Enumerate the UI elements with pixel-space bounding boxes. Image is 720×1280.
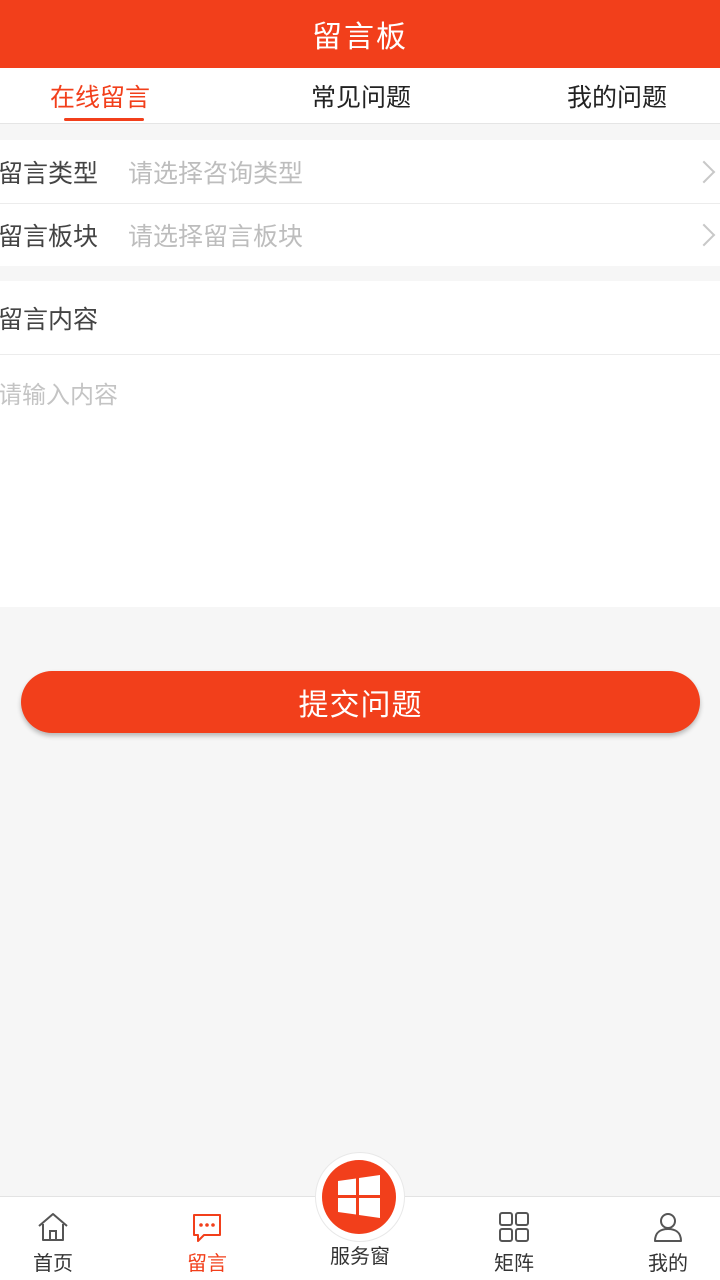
app-root: 留言板 在线留言 常见问题 我的问题 留言类型 请选择咨询类型 留言板块 请选择…	[0, 0, 720, 1280]
tab-faq[interactable]: 常见问题	[311, 68, 411, 124]
nav-label: 我的	[648, 1251, 688, 1275]
grid-icon	[499, 1212, 529, 1242]
nav-item-message[interactable]: 留言	[152, 1197, 262, 1280]
nav-label: 矩阵	[494, 1251, 534, 1275]
windows-icon	[338, 1175, 380, 1218]
selection-group: 留言类型 请选择咨询类型 留言板块 请选择留言板块	[0, 140, 720, 266]
tab-online-message[interactable]: 在线留言	[50, 68, 150, 124]
service-window-label: 服务窗	[330, 1244, 390, 1268]
message-type-row[interactable]: 留言类型 请选择咨询类型	[0, 140, 720, 203]
nav-item-home[interactable]: 首页	[0, 1197, 108, 1280]
content-label: 留言内容	[0, 304, 99, 334]
message-section-placeholder: 请选择留言板块	[128, 222, 304, 251]
chevron-right-icon	[692, 223, 716, 247]
page-title: 留言板	[312, 20, 408, 55]
message-type-label: 留言类型	[0, 158, 99, 188]
content-placeholder: 请输入内容	[0, 381, 118, 409]
message-section-label: 留言板块	[0, 222, 99, 251]
message-icon	[193, 1214, 221, 1242]
home-icon	[38, 1213, 68, 1241]
nav-item-service-window[interactable]	[322, 1160, 396, 1234]
nav-item-matrix[interactable]: 矩阵	[459, 1197, 569, 1280]
title-bar: 留言板	[0, 0, 720, 68]
chevron-right-icon	[692, 160, 716, 183]
nav-label: 留言	[187, 1251, 227, 1275]
submit-button[interactable]: 提交问题	[21, 671, 700, 733]
content-textarea[interactable]: 请输入内容	[0, 355, 720, 607]
tab-label: 常见问题	[311, 83, 412, 112]
active-tab-indicator	[64, 118, 144, 121]
tab-label: 我的问题	[567, 83, 668, 112]
tab-my-questions[interactable]: 我的问题	[567, 68, 667, 124]
message-type-placeholder: 请选择咨询类型	[128, 158, 304, 188]
message-section-row[interactable]: 留言板块 请选择留言板块	[0, 203, 720, 266]
content-group: 留言内容 请输入内容	[0, 281, 720, 607]
content-header: 留言内容	[0, 281, 720, 355]
user-icon	[654, 1213, 682, 1242]
tab-label: 在线留言	[50, 83, 151, 112]
submit-label: 提交问题	[298, 688, 423, 723]
nav-item-mine[interactable]: 我的	[613, 1197, 720, 1280]
nav-label: 首页	[33, 1251, 73, 1275]
tab-bar: 在线留言 常见问题 我的问题	[0, 68, 720, 124]
